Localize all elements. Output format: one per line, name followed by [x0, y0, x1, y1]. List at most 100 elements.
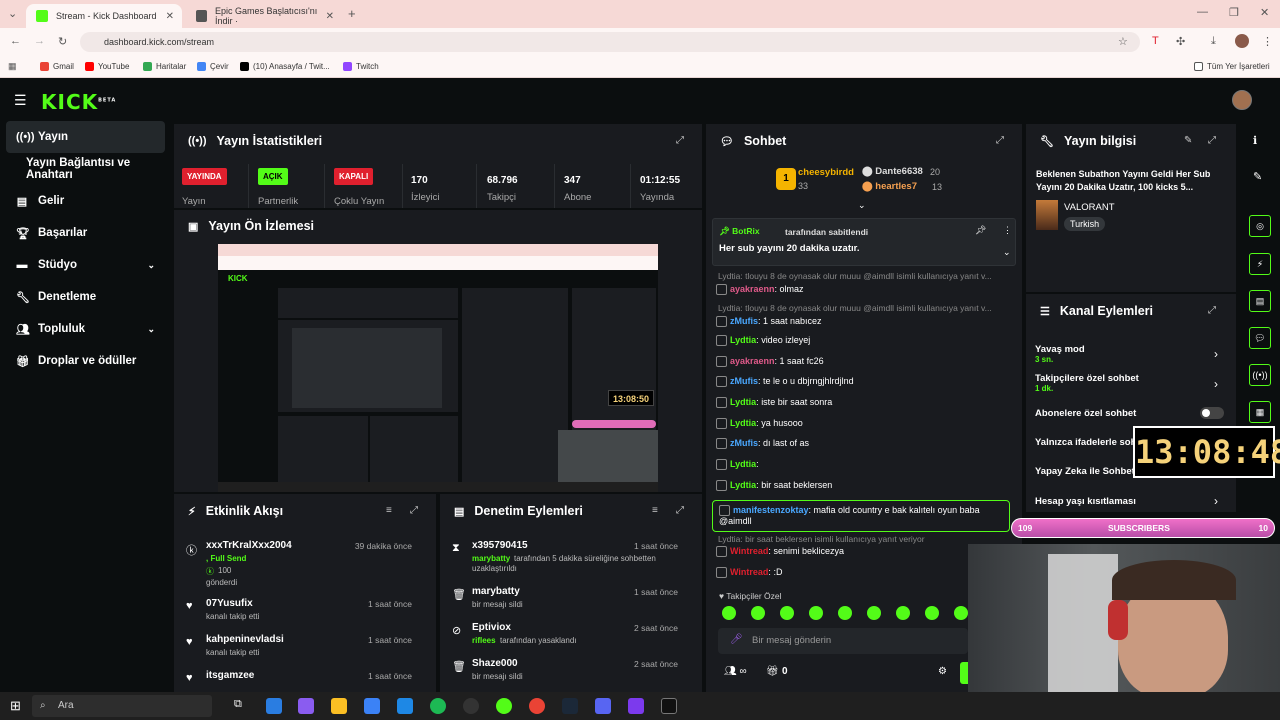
- chat-username[interactable]: zMufis: [730, 438, 758, 448]
- settings-gear-icon[interactable]: ⚙︎: [938, 666, 947, 677]
- chevron-right-icon[interactable]: ›: [1214, 377, 1218, 391]
- bookmark-translate[interactable]: Çevir: [197, 62, 229, 71]
- stats-icon[interactable]: ▦: [1249, 401, 1271, 423]
- sidebar-item-stream-key[interactable]: Yayın Bağlantısı ve Anahtarı: [6, 153, 165, 185]
- microphone-icon[interactable]: 🎤︎: [730, 634, 743, 645]
- app-icon[interactable]: [595, 698, 611, 714]
- users-icon[interactable]: 👥︎ ∞: [724, 666, 747, 677]
- sidebar-item-basarilar[interactable]: 🏆︎ Başarılar: [6, 217, 165, 249]
- document-icon[interactable]: ▤: [1249, 290, 1271, 312]
- chat-username[interactable]: ayakraenn: [730, 284, 775, 294]
- file-explorer-icon[interactable]: [331, 698, 347, 714]
- bookmark-twitch[interactable]: Twitch: [343, 62, 379, 71]
- action-slow-mode[interactable]: Yavaş mod 3 sn.: [1035, 344, 1085, 364]
- category-name[interactable]: VALORANT: [1064, 202, 1115, 213]
- emote[interactable]: [867, 606, 881, 620]
- collapse-leaderboard-icon[interactable]: ⌄: [858, 200, 866, 211]
- tab-kick-dashboard[interactable]: Stream - Kick Dashboard ✕: [26, 4, 182, 28]
- category-thumbnail[interactable]: [1036, 200, 1058, 230]
- chevron-right-icon[interactable]: ›: [1214, 347, 1218, 361]
- emote[interactable]: [751, 606, 765, 620]
- discord-icon[interactable]: [628, 698, 644, 714]
- bookmark-gmail[interactable]: Gmail: [40, 62, 74, 71]
- unpin-icon[interactable]: 📌︎: [975, 225, 986, 236]
- action-followers-only[interactable]: Takipçilere özel sohbet 1 dk.: [1035, 373, 1139, 393]
- minimize-icon[interactable]: —: [1197, 6, 1208, 18]
- sidebar-item-yayin[interactable]: ((•)) Yayın: [6, 121, 165, 153]
- close-window-icon[interactable]: ✕: [1260, 6, 1269, 19]
- chat-username[interactable]: Wintread: [730, 546, 768, 556]
- edit-pencil-icon[interactable]: ✎: [1184, 135, 1192, 146]
- obs-icon[interactable]: [463, 698, 479, 714]
- sidebar-item-studyo[interactable]: ▬ Stüdyo ⌄: [6, 249, 165, 281]
- store-icon[interactable]: [364, 698, 380, 714]
- edit-pencil-icon[interactable]: ✎: [1253, 170, 1262, 183]
- app-icon[interactable]: [397, 698, 413, 714]
- chat-username[interactable]: Wintread: [730, 567, 768, 577]
- download-icon[interactable]: ⤓: [1211, 35, 1216, 48]
- chat-username[interactable]: Lydtia: [730, 459, 756, 469]
- expand-icon[interactable]: ⤢: [996, 135, 1004, 146]
- pinned-menu-icon[interactable]: ⋮: [1003, 225, 1012, 236]
- chat-username[interactable]: ayakraenn: [730, 356, 775, 366]
- chat-bubble-icon[interactable]: 💬︎: [1249, 327, 1271, 349]
- action-account-age[interactable]: Hesap yaşı kısıtlaması: [1035, 496, 1136, 507]
- leader-name[interactable]: ⬤ Dante6638: [862, 166, 923, 177]
- subscribers-only-toggle[interactable]: [1200, 407, 1224, 419]
- expand-icon[interactable]: ⤢: [676, 505, 684, 516]
- filter-icon[interactable]: ≡: [386, 505, 392, 516]
- reload-icon[interactable]: ↻: [58, 35, 67, 48]
- bookmark-youtube[interactable]: YouTube: [85, 62, 129, 71]
- emote[interactable]: [838, 606, 852, 620]
- sidebar-item-denetleme[interactable]: 🔧︎ Denetleme: [6, 281, 165, 313]
- apps-grid-icon[interactable]: ▦: [8, 61, 17, 72]
- restore-icon[interactable]: ❐: [1229, 6, 1239, 19]
- close-tab-icon[interactable]: ✕: [166, 11, 174, 22]
- user-avatar[interactable]: [1232, 90, 1252, 110]
- gift-icon[interactable]: 🎁︎: [766, 666, 779, 677]
- task-view-icon[interactable]: ⧉: [234, 698, 242, 711]
- tab-epic-games[interactable]: Epic Games Başlatıcısı'nı İndir · ✕: [186, 4, 342, 28]
- bookmark-star-icon[interactable]: ☆: [1118, 35, 1128, 48]
- emote[interactable]: [809, 606, 823, 620]
- kick-app-icon[interactable]: [496, 698, 512, 714]
- profile-avatar[interactable]: [1235, 34, 1249, 48]
- sidebar-item-droplar[interactable]: 🎁︎ Droplar ve ödüller: [6, 345, 165, 377]
- leader-name[interactable]: cheesybirdd: [798, 167, 854, 178]
- chat-username[interactable]: zMufis: [730, 316, 758, 326]
- windows-start-icon[interactable]: ⊞: [10, 698, 21, 714]
- chat-username[interactable]: Lydtia: [730, 335, 756, 345]
- chat-username[interactable]: Lydtia: [730, 480, 756, 490]
- extensions-puzzle-icon[interactable]: ✣: [1176, 35, 1185, 48]
- bolt-icon[interactable]: ⚡︎: [1249, 253, 1271, 275]
- emote[interactable]: [780, 606, 794, 620]
- stream-preview[interactable]: KICK 13:08:50: [218, 244, 658, 492]
- chat-input[interactable]: 🎤︎ Bir mesaj gönderin: [718, 628, 968, 654]
- close-tab-icon[interactable]: ✕: [326, 11, 334, 22]
- forward-icon[interactable]: →: [34, 35, 45, 47]
- leader-name[interactable]: ⬤ heartles7: [862, 181, 917, 192]
- action-ai-chat[interactable]: Yapay Zeka ile Sohbet: [1035, 466, 1135, 477]
- sidebar-item-topluluk[interactable]: 👥︎ Topluluk ⌄: [6, 313, 165, 345]
- emote[interactable]: [896, 606, 910, 620]
- send-button[interactable]: [960, 662, 968, 684]
- emote[interactable]: [954, 606, 968, 620]
- expand-icon[interactable]: ⤢: [410, 505, 418, 516]
- expand-icon[interactable]: ⤢: [1208, 135, 1216, 146]
- chat-username[interactable]: zMufis: [730, 376, 758, 386]
- chevron-down-icon[interactable]: ⌄: [1003, 247, 1011, 258]
- filter-icon[interactable]: ≡: [652, 505, 658, 516]
- chat-username[interactable]: Lydtia: [730, 397, 756, 407]
- spotify-icon[interactable]: [430, 698, 446, 714]
- chat-username[interactable]: Lydtia: [730, 418, 756, 428]
- capture-icon[interactable]: ◎: [1249, 215, 1271, 237]
- expand-icon[interactable]: ⤢: [1208, 305, 1216, 316]
- chevron-right-icon[interactable]: ›: [1214, 494, 1218, 508]
- tab-list-icon[interactable]: ⌄: [8, 7, 17, 20]
- edge-icon[interactable]: [266, 698, 282, 714]
- url-field[interactable]: dashboard.kick.com/stream: [80, 32, 1140, 52]
- steam-icon[interactable]: [562, 698, 578, 714]
- action-subscribers-only[interactable]: Abonelere özel sohbet: [1035, 408, 1136, 419]
- chrome-icon[interactable]: [529, 698, 545, 714]
- kick-logo[interactable]: KICKBETA: [41, 90, 116, 114]
